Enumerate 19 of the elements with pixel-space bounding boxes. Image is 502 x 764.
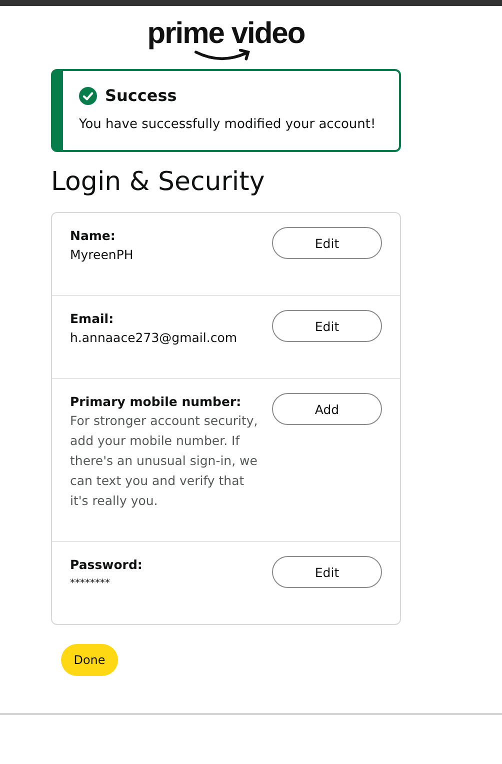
page-heading: Login & Security xyxy=(51,166,266,198)
alert-message: You have successfully modified your account! xyxy=(79,117,377,132)
hint-text: For stronger account security, add your mobile number. If there's an unusual sign-in, we can text you and verify that it's really you. xyxy=(70,412,259,510)
check-circle-icon xyxy=(79,86,97,104)
field-label: Primary mobile number: xyxy=(70,393,242,411)
add-button[interactable]: Add xyxy=(272,393,382,425)
alert-title: Success xyxy=(105,86,177,105)
smile-arrow-icon xyxy=(194,49,252,63)
edit-button[interactable]: Edit xyxy=(272,227,382,259)
field-value: MyreenPH xyxy=(70,246,134,264)
field-label: Name: xyxy=(70,227,116,245)
field-label: Password: xyxy=(70,556,144,574)
edit-button[interactable]: Edit xyxy=(272,310,382,342)
logo-text: prime video xyxy=(147,18,305,50)
edit-button[interactable]: Edit xyxy=(272,556,382,588)
field-value: h.annaace273@gmail.com xyxy=(70,329,238,347)
masked-password: ******** xyxy=(70,577,111,591)
field-label: Email: xyxy=(70,310,115,328)
done-button[interactable]: Done xyxy=(61,644,118,676)
